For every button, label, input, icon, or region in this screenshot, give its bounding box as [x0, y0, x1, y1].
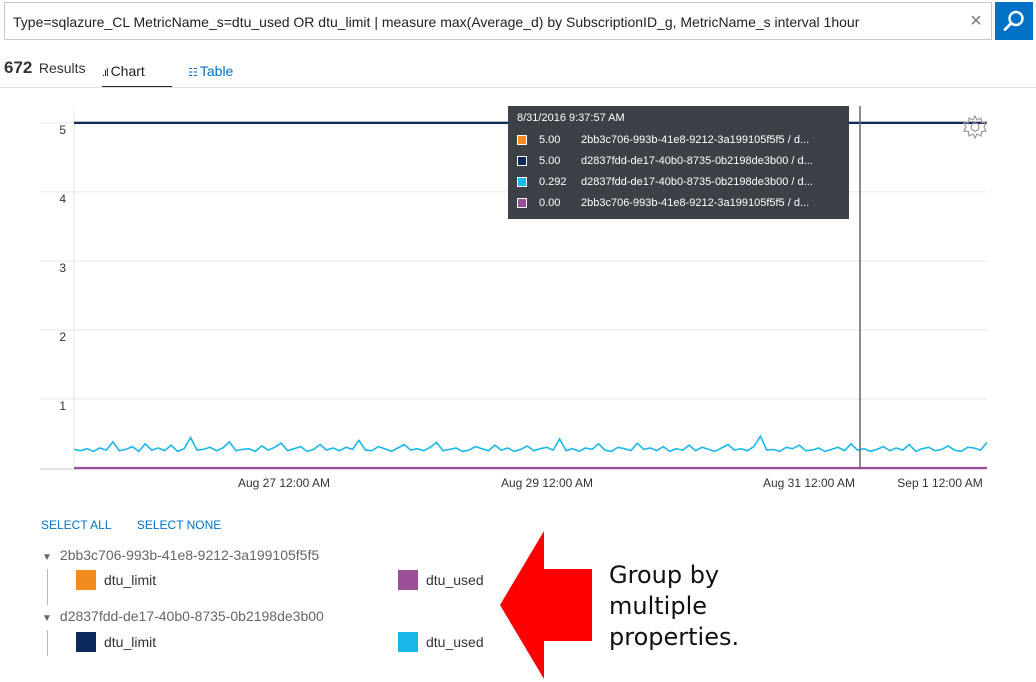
tooltip-series-name: d2837fdd-de17-40b0-8735-0b2198de3b00 / d… [581, 175, 813, 188]
legend-item-label: dtu_used [426, 572, 484, 588]
legend-item-label: dtu_limit [104, 572, 157, 588]
annotation-line: Group by [609, 561, 720, 589]
tooltip-series-name: 2bb3c706-993b-41e8-9212-3a199105f5f5 / d… [581, 196, 810, 209]
tab-chart[interactable]: .ıl Chart [102, 60, 172, 88]
series-swatch [517, 134, 527, 145]
x-tick-label: Aug 27 12:00 AM [238, 476, 330, 490]
annotation-line: multiple [609, 592, 708, 620]
tooltip-row: 0.292 d2837fdd-de17-40b0-8735-0b2198de3b… [516, 171, 841, 192]
results-label: Results [38, 60, 86, 76]
legend-swatch [76, 632, 96, 652]
legend-item[interactable]: dtu_limit [76, 570, 156, 590]
search-icon [1003, 10, 1024, 31]
series-swatch [517, 155, 527, 166]
legend-group-header[interactable]: ▼ 2bb3c706-993b-41e8-9212-3a199105f5f5 [42, 547, 319, 563]
legend-group-line [47, 630, 48, 656]
x-tick-label: Aug 31 12:00 AM [763, 476, 855, 490]
x-tick-label: Sep 1 12:00 AM [897, 476, 982, 490]
legend-item[interactable]: dtu_limit [76, 632, 156, 652]
annotation-line: properties. [609, 623, 740, 651]
tooltip-series-name: 2bb3c706-993b-41e8-9212-3a199105f5f5 / d… [581, 133, 810, 146]
y-tick-label: 3 [59, 261, 66, 275]
legend-selection-links: SELECT ALL SELECT NONE [41, 518, 243, 532]
divider [0, 87, 1036, 88]
chart-tooltip: 8/31/2016 9:37:57 AM 5.00 2bb3c706-993b-… [508, 106, 849, 219]
tooltip-value: 5.00 [539, 154, 561, 167]
series-swatch [517, 197, 527, 208]
gear-icon[interactable] [962, 114, 988, 140]
tab-table[interactable]: ☷ Table [188, 60, 233, 86]
tooltip-value: 0.00 [539, 196, 561, 209]
tab-chart-label: Chart [110, 63, 145, 79]
tooltip-series-name: d2837fdd-de17-40b0-8735-0b2198de3b00 / d… [581, 154, 813, 167]
clear-icon[interactable]: × [963, 3, 989, 39]
legend-swatch [76, 570, 96, 590]
series-swatch [517, 176, 527, 187]
legend-item[interactable]: dtu_used [398, 632, 484, 652]
legend-item-label: dtu_limit [104, 634, 157, 650]
tab-table-label: Table [199, 63, 234, 79]
legend-group-name: d2837fdd-de17-40b0-8735-0b2198de3b00 [59, 608, 324, 624]
select-none-link[interactable]: SELECT NONE [137, 518, 221, 532]
legend-swatch [398, 632, 418, 652]
series-line [73, 434, 988, 453]
search-input[interactable] [11, 3, 965, 41]
tooltip-title: 8/31/2016 9:37:57 AM [517, 112, 625, 124]
results-count: 672 [4, 58, 33, 77]
results-summary: 672 Results [4, 58, 86, 88]
collapse-triangle-icon[interactable]: ▼ [42, 552, 52, 563]
legend-swatch [398, 570, 418, 590]
y-tick-label: 1 [59, 399, 66, 413]
select-all-link[interactable]: SELECT ALL [41, 518, 112, 532]
legend-group-header[interactable]: ▼ d2837fdd-de17-40b0-8735-0b2198de3b00 [42, 608, 324, 624]
table-icon: ☷ [188, 67, 198, 79]
y-tick-label: 5 [59, 123, 66, 137]
annotation-text: Group by multiple properties. [609, 560, 739, 653]
red-arrow-icon [500, 531, 592, 679]
tooltip-value: 0.292 [539, 175, 567, 188]
legend-item[interactable]: dtu_used [398, 570, 484, 590]
tooltip-value: 5.00 [539, 133, 561, 146]
tooltip-row: 0.00 2bb3c706-993b-41e8-9212-3a199105f5f… [516, 192, 841, 213]
x-tick-label: Aug 29 12:00 AM [501, 476, 593, 490]
collapse-triangle-icon[interactable]: ▼ [42, 613, 52, 624]
y-tick-label: 2 [59, 330, 66, 344]
search-bar: × [4, 2, 992, 41]
tooltip-row: 5.00 d2837fdd-de17-40b0-8735-0b2198de3b0… [516, 150, 841, 171]
search-button[interactable] [995, 2, 1033, 40]
tooltip-row: 5.00 2bb3c706-993b-41e8-9212-3a199105f5f… [516, 129, 841, 150]
legend-group-name: 2bb3c706-993b-41e8-9212-3a199105f5f5 [59, 547, 320, 563]
legend-item-label: dtu_used [426, 634, 484, 650]
bar-chart-icon: .ıl [102, 67, 108, 79]
y-tick-label: 4 [59, 192, 66, 206]
legend-group-line [47, 569, 48, 605]
